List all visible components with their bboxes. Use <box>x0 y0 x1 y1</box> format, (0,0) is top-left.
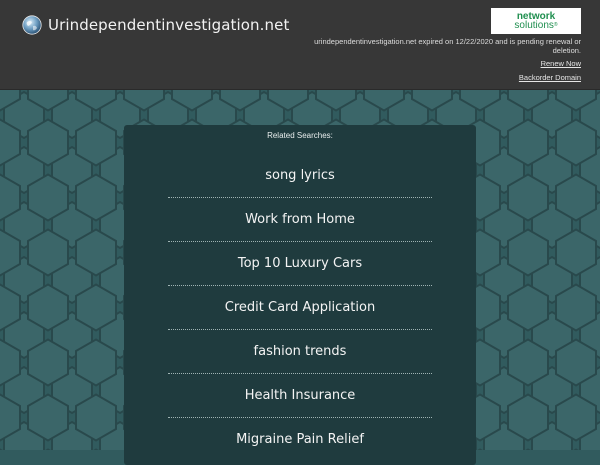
domain-title: Urindependentinvestigation.net <box>48 16 290 34</box>
network-solutions-logo[interactable]: network solutions® <box>491 8 581 34</box>
backorder-domain-link[interactable]: Backorder Domain <box>519 73 581 82</box>
renew-now-link[interactable]: Renew Now <box>541 59 581 68</box>
top-bar: Urindependentinvestigation.net network s… <box>0 0 600 90</box>
brand-registered-mark: ® <box>553 22 558 28</box>
search-link-top-10-luxury-cars[interactable]: Top 10 Luxury Cars <box>168 241 432 285</box>
search-link-migraine-pain-relief[interactable]: Migraine Pain Relief <box>168 417 432 461</box>
search-link-health-insurance[interactable]: Health Insurance <box>168 373 432 417</box>
globe-icon <box>22 15 42 35</box>
site-logo: Urindependentinvestigation.net <box>22 15 289 35</box>
brand-line-2-text: solutions <box>514 20 554 31</box>
search-link-work-from-home[interactable]: Work from Home <box>168 197 432 241</box>
expiration-notice: urindependentinvestigation.net expired o… <box>314 37 581 55</box>
search-link-fashion-trends[interactable]: fashion trends <box>168 329 432 373</box>
brand-line-2: solutions® <box>491 20 581 31</box>
search-link-credit-card-application[interactable]: Credit Card Application <box>168 285 432 329</box>
search-link-song-lyrics[interactable]: song lyrics <box>168 153 432 197</box>
related-searches-heading: Related Searches: <box>267 131 333 140</box>
